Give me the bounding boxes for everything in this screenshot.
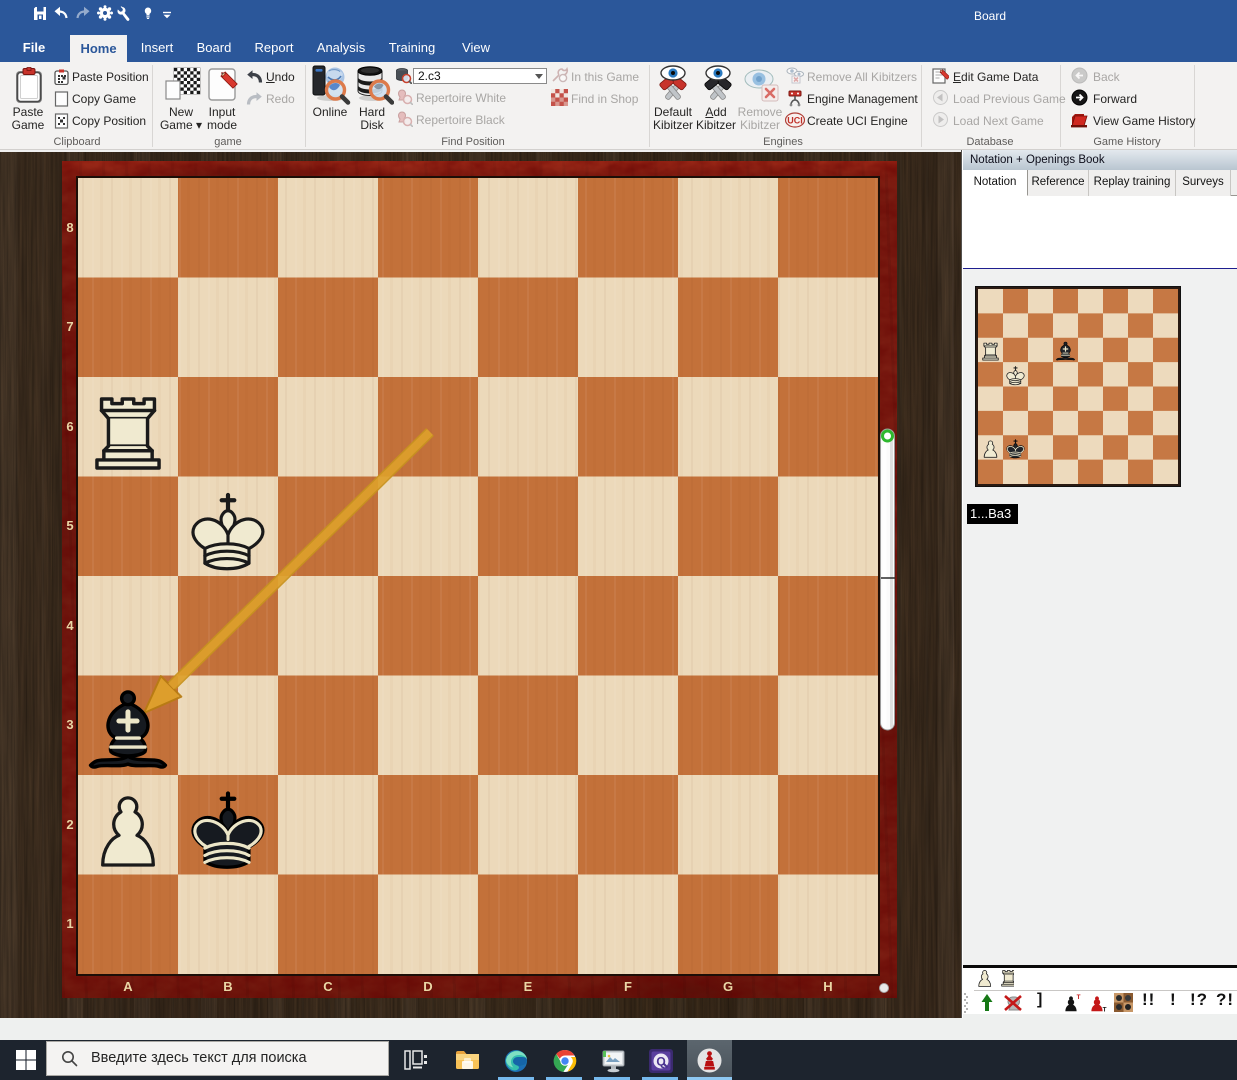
svg-text:UCI: UCI — [787, 116, 803, 126]
svg-text:T: T — [1077, 994, 1081, 1001]
svg-text:Q: Q — [656, 1055, 665, 1069]
svg-text:T: T — [1103, 1007, 1107, 1014]
